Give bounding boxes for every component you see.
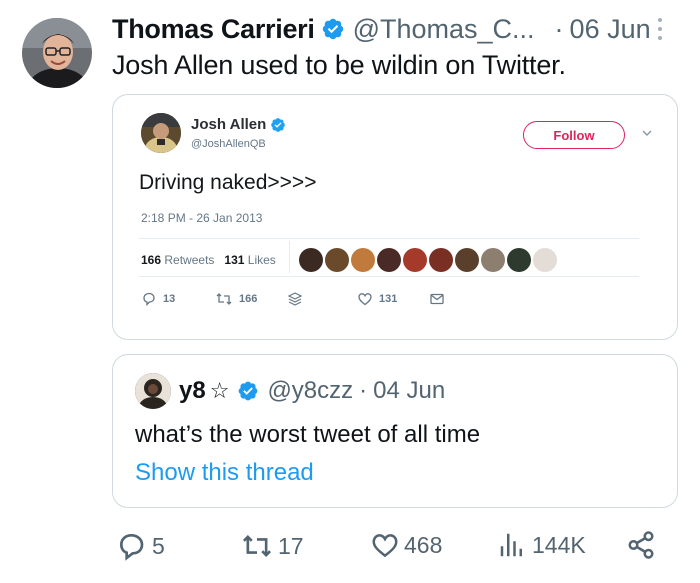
embedded-retweet: 166 (215, 291, 257, 307)
embedded-author-handle: @JoshAllenQB (191, 138, 266, 150)
embedded-name-text: Josh Allen (191, 116, 267, 133)
views-button[interactable]: 144K (496, 530, 586, 560)
quoted-author-avatar (135, 373, 171, 409)
share-icon (628, 531, 654, 559)
views-icon (500, 533, 522, 557)
embedded-author-name: Josh Allen (191, 116, 286, 133)
liker-avatar (533, 248, 557, 272)
embedded-like-count: 131 (379, 293, 398, 305)
embedded-timestamp: 2:18 PM - 26 Jan 2013 (141, 211, 263, 225)
tweet-date[interactable]: 06 Jun (570, 14, 651, 45)
verified-badge-icon (239, 381, 258, 401)
verified-badge-icon (322, 18, 343, 40)
like-button[interactable]: 468 (370, 530, 442, 560)
retweets-count: 166 (141, 253, 162, 267)
star-icon: ☆ (209, 378, 230, 403)
verified-badge-icon (271, 117, 286, 132)
author-handle[interactable]: @Thomas_C... (353, 14, 535, 45)
embedded-stack (287, 291, 309, 307)
like-count: 468 (404, 531, 443, 558)
liker-avatar (403, 248, 427, 272)
chevron-down-icon (642, 130, 652, 136)
liker-avatar (377, 248, 401, 272)
reply-count: 5 (152, 532, 165, 559)
divider (139, 238, 639, 239)
embedded-retweet-count: 166 (239, 293, 258, 305)
tweet-screen: Thomas Carrieri @Thomas_C... · 06 Jun Jo… (0, 0, 700, 583)
embedded-dm (429, 291, 451, 307)
follow-button: Follow (523, 121, 625, 149)
tweet-media-image[interactable]: Josh Allen @JoshAllenQB Follow Driving n… (112, 94, 678, 340)
author-avatar[interactable] (22, 18, 92, 88)
embedded-reply-count: 13 (163, 293, 176, 305)
embedded-reply: 13 (141, 291, 175, 307)
liker-avatar (325, 248, 349, 272)
retweet-count: 17 (278, 532, 304, 559)
show-thread-link[interactable]: Show this thread (135, 459, 314, 487)
quoted-tweet-header: y8 ☆ @y8czz · 04 Jun (179, 373, 445, 409)
retweet-button[interactable]: 17 (240, 530, 304, 562)
liker-avatars (299, 248, 559, 272)
likes-label: Likes (247, 253, 276, 267)
separator-dot: · (359, 377, 368, 404)
quoted-tweet-date: 04 Jun (373, 377, 446, 404)
retweets-label: Retweets (164, 253, 215, 267)
stack-icon (287, 292, 303, 306)
embedded-action-bar: 13 166 131 (141, 291, 501, 307)
reply-icon (143, 292, 155, 307)
liker-avatar (507, 248, 531, 272)
quoted-author-handle: @y8czz (267, 377, 354, 404)
share-button[interactable] (626, 530, 660, 560)
more-icon[interactable] (650, 14, 670, 44)
author-name[interactable]: Thomas Carrieri (112, 14, 315, 45)
likes-count: 131 (224, 253, 245, 267)
divider (139, 276, 639, 277)
tweet-text: Josh Allen used to be wildin on Twitter. (112, 50, 566, 80)
tweet-header: Thomas Carrieri @Thomas_C... · 06 Jun (112, 12, 651, 46)
liker-avatar (455, 248, 479, 272)
separator-dot: · (554, 13, 564, 44)
retweet-icon (242, 534, 272, 558)
like-icon (372, 534, 398, 558)
liker-avatar (299, 248, 323, 272)
like-icon (358, 293, 372, 306)
liker-avatar (351, 248, 375, 272)
embedded-stats: 166 Retweets 131 Likes (141, 253, 276, 267)
quoted-tweet[interactable]: y8 ☆ @y8czz · 04 Jun what’s the worst tw… (112, 354, 678, 508)
divider (289, 241, 290, 273)
reply-icon (119, 533, 144, 561)
embedded-tweet-text: Driving naked>>>> (139, 171, 317, 194)
quoted-author-name: y8 (179, 377, 206, 404)
quoted-tweet-text: what’s the worst tweet of all time (135, 421, 481, 448)
reply-button[interactable]: 5 (116, 530, 165, 562)
embedded-like: 131 (357, 291, 397, 307)
view-count: 144K (532, 531, 586, 558)
retweet-icon (216, 293, 232, 305)
dm-icon (430, 293, 444, 305)
liker-avatar (481, 248, 505, 272)
liker-avatar (429, 248, 453, 272)
embedded-author-avatar (141, 113, 181, 153)
